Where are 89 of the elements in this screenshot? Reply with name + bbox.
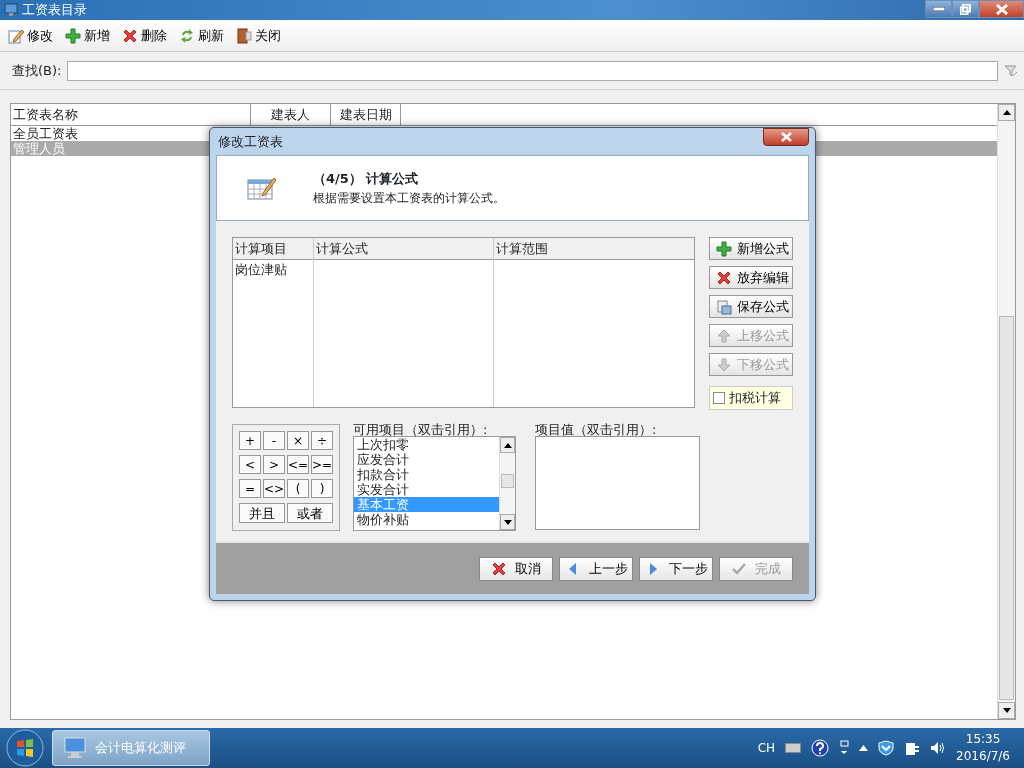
- list-item[interactable]: 扣款合计: [354, 467, 499, 482]
- operator-button[interactable]: <=: [287, 455, 309, 474]
- column-header[interactable]: 计算项目: [233, 238, 313, 260]
- shield-icon[interactable]: [878, 740, 895, 756]
- up-triangle-icon: [503, 442, 512, 448]
- power-plug-icon[interactable]: [904, 740, 921, 756]
- list-item[interactable]: 实发合计: [354, 482, 499, 497]
- back-button[interactable]: 上一步: [559, 556, 633, 581]
- next-button[interactable]: 下一步: [639, 556, 713, 581]
- close-button[interactable]: [979, 0, 1024, 18]
- step-description: 根据需要设置本工资表的计算公式。: [313, 189, 505, 207]
- operator-button[interactable]: >: [263, 455, 285, 474]
- close-button[interactable]: [763, 128, 809, 146]
- network-icon[interactable]: [839, 740, 850, 756]
- cross-icon: [122, 27, 138, 44]
- minimize-button[interactable]: [925, 0, 952, 18]
- operator-button[interactable]: <: [239, 455, 261, 474]
- operator-button[interactable]: (: [287, 479, 309, 498]
- volume-icon[interactable]: [930, 741, 947, 755]
- scrollbar-thumb[interactable]: [999, 316, 1014, 700]
- language-indicator[interactable]: CH: [757, 739, 776, 757]
- operator-button[interactable]: <>: [263, 479, 285, 498]
- column-header[interactable]: 工资表名称: [11, 104, 251, 125]
- app-icon: [4, 3, 18, 17]
- clock-time[interactable]: 15:35: [956, 731, 1010, 748]
- operator-button[interactable]: +: [239, 431, 261, 450]
- refresh-icon: [179, 27, 195, 44]
- scroll-down-button[interactable]: [500, 514, 515, 530]
- available-items-list[interactable]: 上次扣零 应发合计 扣款合计 实发合计 基本工资 物价补贴: [353, 436, 516, 531]
- up-triangle-icon: [1002, 110, 1011, 115]
- scroll-down-button[interactable]: [998, 702, 1015, 719]
- calendar-pencil-icon: [247, 175, 277, 201]
- door-toolbar-button[interactable]: 关闭: [236, 25, 281, 46]
- operator-button[interactable]: ÷: [311, 431, 333, 450]
- close-icon: [995, 3, 1008, 15]
- keyboard-icon[interactable]: [785, 743, 802, 753]
- refresh-toolbar-button[interactable]: 刷新: [179, 25, 224, 46]
- operator-button[interactable]: ×: [287, 431, 309, 450]
- restore-button[interactable]: [952, 0, 979, 18]
- dialog-title: 修改工资表: [218, 132, 283, 151]
- down-arrow-icon: [716, 356, 732, 373]
- delete-formula-button[interactable]: 放弃编辑: [709, 266, 793, 289]
- down-triangle-icon: [1002, 708, 1011, 713]
- item-values-list[interactable]: [535, 436, 700, 530]
- column-header[interactable]: 计算公式: [313, 238, 493, 260]
- list-item[interactable]: 物价补贴: [354, 512, 499, 527]
- list-item[interactable]: 上次扣零: [354, 437, 499, 452]
- operator-button[interactable]: -: [263, 431, 285, 450]
- operator-button[interactable]: =: [239, 479, 261, 498]
- down-triangle-icon: [503, 519, 512, 525]
- close-icon: [780, 132, 792, 142]
- edit-toolbar-button[interactable]: 修改: [8, 25, 53, 46]
- search-label: 查找(B):: [12, 61, 62, 80]
- column-header[interactable]: 计算范围: [493, 238, 694, 260]
- cross-icon: [716, 269, 732, 286]
- search-field[interactable]: [67, 60, 998, 81]
- scrollbar-thumb[interactable]: [501, 474, 514, 488]
- save-formula-button[interactable]: 保存公式: [709, 295, 793, 318]
- save-icon: [716, 298, 732, 315]
- door-icon: [236, 27, 252, 44]
- operator-button[interactable]: ): [311, 479, 333, 498]
- plus-icon: [716, 240, 732, 257]
- tax-checkbox[interactable]: 扣税计算: [709, 386, 793, 410]
- expand-tray-icon[interactable]: [859, 745, 869, 751]
- minimize-icon: [932, 7, 945, 11]
- add-formula-button[interactable]: 新增公式: [709, 237, 793, 260]
- help-icon[interactable]: [811, 739, 830, 757]
- cancel-button[interactable]: 取消: [479, 556, 553, 581]
- scroll-up-button[interactable]: [500, 437, 515, 453]
- cross-icon: [491, 560, 507, 577]
- step-heading: （4/5） 计算公式: [313, 170, 420, 189]
- operator-button[interactable]: 并且: [239, 503, 285, 523]
- restore-icon: [960, 3, 971, 15]
- plus-icon: [65, 27, 81, 44]
- table-cell-text: 岗位津贴: [234, 261, 288, 279]
- operator-button[interactable]: >=: [311, 455, 333, 474]
- up-arrow-icon: [716, 327, 732, 344]
- window-title: 工资表目录: [22, 1, 87, 20]
- start-button[interactable]: [6, 729, 44, 767]
- item-values-label: 项目值（双击引用）:: [535, 424, 658, 436]
- scroll-up-button[interactable]: [998, 104, 1015, 121]
- available-items-label: 可用项目（双击引用）:: [353, 424, 489, 436]
- operator-button[interactable]: 或者: [287, 503, 333, 523]
- pencil-icon: [8, 27, 24, 44]
- clock-date[interactable]: 2016/7/6: [956, 748, 1010, 765]
- list-item[interactable]: 应发合计: [354, 452, 499, 467]
- monitor-icon: [63, 736, 87, 760]
- delete-toolbar-button[interactable]: 删除: [122, 25, 167, 46]
- add-toolbar-button[interactable]: 新增: [65, 25, 110, 46]
